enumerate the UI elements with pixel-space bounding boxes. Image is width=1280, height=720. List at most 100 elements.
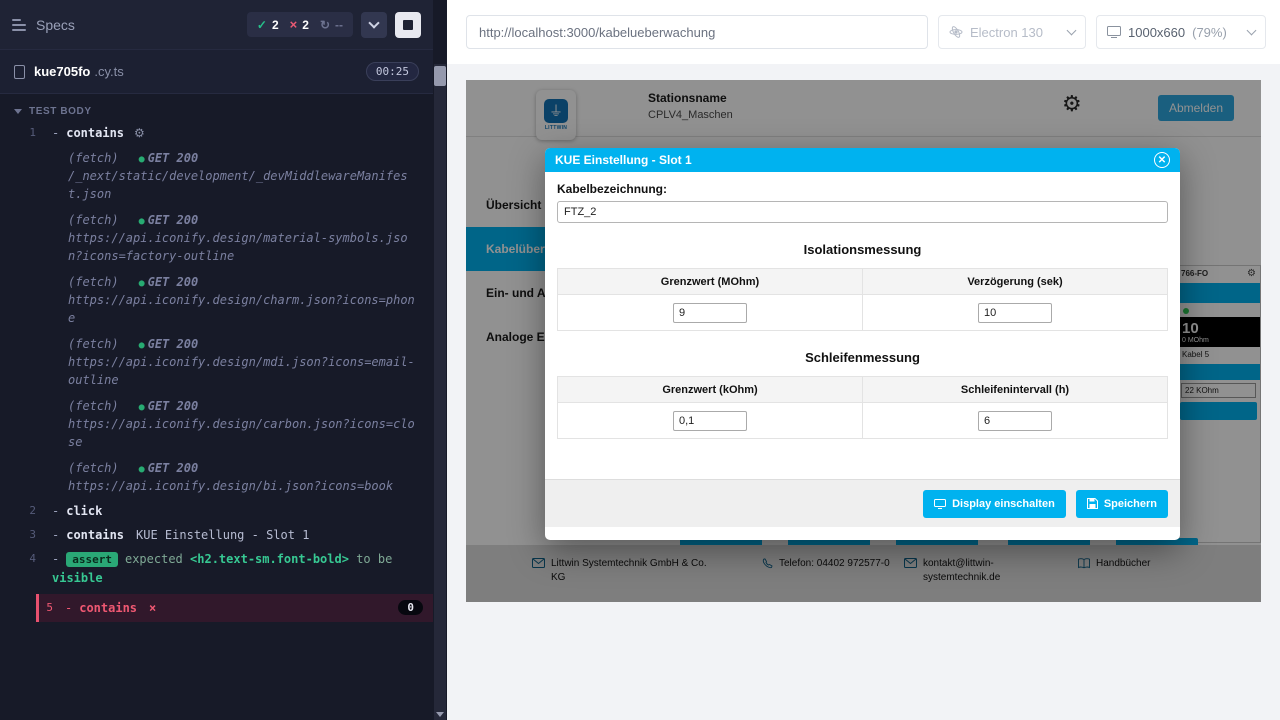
fetch-log-row[interactable]: (fetch)●GET 200 https://api.iconify.desi… xyxy=(0,331,433,393)
chevron-down-icon xyxy=(368,17,379,28)
fetch-method: (fetch) xyxy=(68,461,119,475)
browser-name: Electron 130 xyxy=(970,25,1043,40)
status-dot-icon: ● xyxy=(139,402,145,413)
loop-interval-input[interactable] xyxy=(978,411,1052,431)
command-name: contains xyxy=(79,601,137,615)
fetch-status: GET 200 xyxy=(148,337,199,351)
command-dash: - xyxy=(52,528,59,542)
electron-icon xyxy=(949,25,963,39)
scrollbar-down-arrow-icon[interactable] xyxy=(436,712,444,717)
fetch-status: GET 200 xyxy=(148,213,199,227)
iso-delay-input[interactable] xyxy=(978,303,1052,323)
close-icon[interactable]: ✕ xyxy=(1154,152,1170,168)
status-dot-icon: ● xyxy=(139,278,145,289)
assert-row[interactable]: 4 -assertexpected <h2.text-sm.font-bold>… xyxy=(0,547,433,590)
command-dash: - xyxy=(65,601,72,615)
cypress-header: Specs ✓ 2 × 2 ↻ -- xyxy=(0,0,433,50)
cypress-panel: Specs ✓ 2 × 2 ↻ -- kue705fo xyxy=(0,0,433,720)
fetch-log-row[interactable]: (fetch)●GET 200 https://api.iconify.desi… xyxy=(0,393,433,455)
viewport-selector[interactable]: 1000x660 (79%) xyxy=(1096,15,1266,49)
isolation-table: Grenzwert (MOhm) Verzögerung (sek) xyxy=(557,268,1168,331)
spec-header[interactable]: kue705fo .cy.ts 00:25 xyxy=(0,50,433,94)
command-name: contains xyxy=(66,126,124,140)
stop-icon xyxy=(403,20,413,30)
display-icon xyxy=(934,499,946,509)
status-dot-icon: ● xyxy=(139,216,145,227)
command-row[interactable]: 1 -contains⚙ xyxy=(0,121,433,145)
fetch-url: https://api.iconify.design/mdi.json?icon… xyxy=(68,353,421,389)
display-on-button[interactable]: Display einschalten xyxy=(923,490,1066,518)
app-under-test: ⏚ LITTWIN Stationsname CPLV4_Maschen ⚙ A… xyxy=(466,80,1261,602)
url-input[interactable] xyxy=(466,15,928,49)
fetch-status: GET 200 xyxy=(148,275,199,289)
status-dot-icon: ● xyxy=(139,154,145,165)
section-chevron-icon xyxy=(14,109,22,114)
retry-count-badge: 0 xyxy=(398,600,423,615)
browser-bar: Electron 130 1000x660 (79%) xyxy=(447,0,1280,64)
preview-pane: Electron 130 1000x660 (79%) ⏚ LITTWIN xyxy=(447,0,1280,720)
command-name: contains xyxy=(66,528,124,542)
command-row[interactable]: 3 -containsKUE Einstellung - Slot 1 xyxy=(0,523,433,547)
viewport-zoom: (79%) xyxy=(1192,25,1227,40)
specs-icon[interactable] xyxy=(12,19,26,31)
spec-extension: .cy.ts xyxy=(94,64,123,79)
command-dash: - xyxy=(52,504,59,518)
fetch-method: (fetch) xyxy=(68,399,119,413)
fetch-log-row[interactable]: (fetch)●GET 200 https://api.iconify.desi… xyxy=(0,207,433,269)
app-stage: ⏚ LITTWIN Stationsname CPLV4_Maschen ⚙ A… xyxy=(447,64,1280,720)
command-dash: - xyxy=(52,552,59,566)
failed-command-row[interactable]: 5 -contains× 0 xyxy=(36,594,433,622)
section-label: TEST BODY xyxy=(29,106,92,117)
line-number: 1 xyxy=(0,124,52,139)
command-name: click xyxy=(66,504,102,518)
collapse-button[interactable] xyxy=(361,12,387,38)
spec-timer: 00:25 xyxy=(366,62,419,81)
kue-settings-modal: KUE Einstellung - Slot 1 ✕ Kabelbezeichn… xyxy=(545,148,1180,540)
cable-name-input[interactable] xyxy=(557,201,1168,223)
assert-badge: assert xyxy=(66,552,118,567)
browser-selector[interactable]: Electron 130 xyxy=(938,15,1086,49)
column-header: Schleifenintervall (h) xyxy=(863,377,1168,403)
line-number: 4 xyxy=(0,550,52,565)
failed-count: 2 xyxy=(302,18,309,32)
stat-failed: × 2 xyxy=(290,17,309,32)
column-header: Grenzwert (kOhm) xyxy=(558,377,863,403)
fail-x-icon: × xyxy=(149,601,156,615)
loop-table: Grenzwert (kOhm) Schleifenintervall (h) xyxy=(557,376,1168,439)
test-body-section[interactable]: TEST BODY xyxy=(0,100,433,121)
assert-to-be: to be xyxy=(356,552,392,566)
isolation-heading: Isolationsmessung xyxy=(557,242,1168,257)
save-button[interactable]: Speichern xyxy=(1076,490,1168,518)
gear-icon: ⚙ xyxy=(134,126,145,140)
fetch-log-row[interactable]: (fetch)●GET 200 https://api.iconify.desi… xyxy=(0,455,433,499)
stat-pending: ↻ -- xyxy=(320,18,343,32)
fetch-log-row[interactable]: (fetch)●GET 200 https://api.iconify.desi… xyxy=(0,269,433,331)
status-dot-icon: ● xyxy=(139,464,145,475)
modal-header: KUE Einstellung - Slot 1 ✕ xyxy=(545,148,1180,172)
stat-passed: ✓ 2 xyxy=(257,18,279,32)
scrollbar-track[interactable] xyxy=(434,64,446,720)
modal-title: KUE Einstellung - Slot 1 xyxy=(555,153,692,167)
check-icon: ✓ xyxy=(257,18,267,32)
chevron-down-icon xyxy=(1067,26,1077,36)
scrollbar-thumb[interactable] xyxy=(434,66,446,86)
cross-icon: × xyxy=(290,17,298,32)
fetch-url: /_next/static/development/_devMiddleware… xyxy=(68,167,421,203)
fetch-log-row[interactable]: (fetch)●GET 200 /_next/static/developmen… xyxy=(0,145,433,207)
save-floppy-icon xyxy=(1087,498,1098,509)
viewport-size: 1000x660 xyxy=(1128,25,1185,40)
viewport-icon xyxy=(1107,26,1121,38)
fetch-method: (fetch) xyxy=(68,151,119,165)
fetch-status: GET 200 xyxy=(148,461,199,475)
line-number: 3 xyxy=(0,526,52,541)
fetch-status: GET 200 xyxy=(148,399,199,413)
command-log: TEST BODY 1 -contains⚙ (fetch)●GET 200 /… xyxy=(0,94,433,720)
fetch-url: https://api.iconify.design/material-symb… xyxy=(68,229,421,265)
iso-limit-input[interactable] xyxy=(673,303,747,323)
command-row[interactable]: 2 -click xyxy=(0,499,433,523)
status-dot-icon: ● xyxy=(139,340,145,351)
loop-limit-input[interactable] xyxy=(673,411,747,431)
specs-title[interactable]: Specs xyxy=(36,17,75,33)
sidebar-scrollbar[interactable] xyxy=(433,0,447,720)
stop-button[interactable] xyxy=(395,12,421,38)
